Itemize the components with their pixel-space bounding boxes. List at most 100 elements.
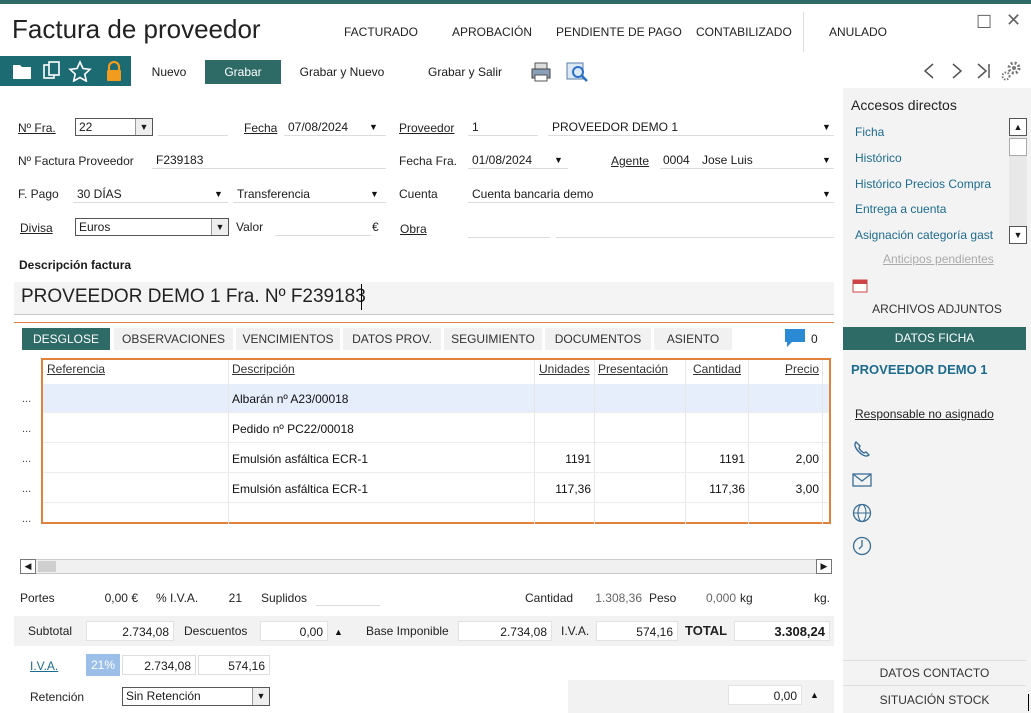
scroll-down-icon[interactable]: ▼ bbox=[1009, 226, 1027, 244]
col-header-cantidad[interactable]: Cantidad bbox=[693, 362, 741, 376]
archivos-adjuntos-button[interactable]: ARCHIVOS ADJUNTOS bbox=[843, 302, 1031, 316]
globe-icon[interactable] bbox=[852, 503, 872, 523]
calendar-icon[interactable] bbox=[852, 277, 868, 293]
horizontal-scrollbar[interactable] bbox=[20, 559, 832, 574]
descuentos-expand-icon[interactable]: ▲ bbox=[334, 627, 343, 637]
nfra-suffix-field[interactable] bbox=[158, 118, 228, 136]
fechafra-dropdown-icon[interactable]: ▼ bbox=[554, 155, 563, 165]
nfactprov-input[interactable]: F239183 bbox=[152, 151, 386, 169]
proveedor-code-input[interactable]: 1 bbox=[468, 118, 538, 136]
cell-unidades[interactable]: 1191 bbox=[534, 452, 591, 466]
cuenta-dropdown-icon[interactable]: ▼ bbox=[822, 189, 831, 199]
save-button[interactable]: Grabar bbox=[205, 60, 281, 84]
chevron-down-icon[interactable]: ▼ bbox=[211, 219, 228, 235]
col-header-referencia[interactable]: Referencia bbox=[47, 362, 105, 376]
row-selector[interactable]: ... bbox=[22, 513, 31, 525]
tab-datos-prov[interactable]: DATOS PROV. bbox=[343, 328, 441, 350]
phone-icon[interactable] bbox=[852, 440, 870, 458]
shortcut-entrega-cuenta[interactable]: Entrega a cuenta bbox=[855, 202, 946, 216]
new-button[interactable]: Nuevo bbox=[146, 60, 192, 84]
col-header-precio[interactable]: Precio bbox=[785, 362, 819, 376]
tab-asiento[interactable]: ASIENTO bbox=[654, 328, 732, 350]
proveedor-dropdown-icon[interactable]: ▼ bbox=[822, 122, 831, 132]
cell-descripcion[interactable]: Albarán nº A23/00018 bbox=[232, 392, 348, 406]
shortcut-asignacion-categoria[interactable]: Asignación categoría gast bbox=[855, 228, 1005, 242]
maximize-icon[interactable]: ☐ bbox=[976, 12, 992, 33]
chevron-down-icon[interactable]: ▼ bbox=[135, 119, 152, 135]
copy-icon[interactable] bbox=[42, 61, 62, 81]
responsable-link[interactable]: Responsable no asignado bbox=[855, 407, 994, 421]
valor-input[interactable] bbox=[275, 218, 371, 236]
settings-gear-icon[interactable] bbox=[1000, 60, 1024, 82]
folder-icon[interactable] bbox=[12, 62, 32, 80]
chevron-left-icon[interactable] bbox=[922, 62, 936, 80]
row-selector[interactable]: ... bbox=[22, 483, 31, 495]
divisa-select[interactable]: Euros ▼ bbox=[75, 218, 229, 236]
tab-vencimientos[interactable]: VENCIMIENTOS bbox=[236, 328, 340, 350]
datos-contacto-button[interactable]: DATOS CONTACTO bbox=[843, 666, 1026, 680]
col-header-presentacion[interactable]: Presentación bbox=[598, 362, 668, 376]
medio-pago-dropdown-icon[interactable]: ▼ bbox=[370, 189, 379, 199]
save-and-new-button[interactable]: Grabar y Nuevo bbox=[294, 60, 390, 84]
shortcut-historico[interactable]: Histórico bbox=[855, 151, 902, 165]
obra-name-input[interactable] bbox=[556, 220, 834, 238]
scroll-thumb[interactable] bbox=[1009, 138, 1027, 156]
row-selector[interactable]: ... bbox=[22, 393, 31, 405]
preview-icon[interactable] bbox=[566, 61, 590, 83]
fecha-dropdown-icon[interactable]: ▼ bbox=[369, 122, 378, 132]
scroll-right-arrow-icon[interactable]: ▶ bbox=[816, 559, 832, 574]
tab-observaciones[interactable]: OBSERVACIONES bbox=[114, 328, 233, 350]
tab-documentos[interactable]: DOCUMENTOS bbox=[545, 328, 651, 350]
shortcut-historico-precios[interactable]: Histórico Precios Compra bbox=[855, 177, 991, 191]
row-selector[interactable]: ... bbox=[22, 453, 31, 465]
col-header-unidades[interactable]: Unidades bbox=[539, 362, 590, 376]
save-and-exit-button[interactable]: Grabar y Salir bbox=[422, 60, 508, 84]
chevron-down-icon[interactable]: ▼ bbox=[252, 688, 269, 705]
anticipos-pendientes-link[interactable]: Anticipos pendientes bbox=[883, 252, 994, 266]
cell-precio[interactable]: 2,00 bbox=[748, 452, 819, 466]
state-anulado[interactable]: ANULADO bbox=[829, 25, 887, 39]
datos-ficha-header[interactable]: DATOS FICHA bbox=[843, 327, 1026, 350]
fpago-select[interactable]: 30 DÍAS bbox=[73, 185, 228, 203]
cell-unidades[interactable]: 117,36 bbox=[534, 482, 591, 496]
cell-descripcion[interactable]: Emulsión asfáltica ECR-1 bbox=[232, 452, 368, 466]
agente-name-input[interactable]: Jose Luis bbox=[698, 151, 834, 169]
iva-pct-value[interactable]: 21 bbox=[206, 591, 242, 605]
scroll-thumb[interactable] bbox=[38, 561, 56, 572]
state-pendiente-pago[interactable]: PENDIENTE DE PAGO bbox=[556, 25, 682, 39]
state-contabilizado[interactable]: CONTABILIZADO bbox=[696, 25, 792, 39]
chevron-last-icon[interactable] bbox=[976, 62, 992, 80]
close-icon[interactable]: ✕ bbox=[1006, 10, 1021, 31]
favorite-star-icon[interactable] bbox=[68, 60, 92, 82]
agente-code-input[interactable]: 0004 bbox=[660, 151, 700, 169]
scroll-up-icon[interactable]: ▲ bbox=[1009, 118, 1027, 136]
scroll-left-arrow-icon[interactable]: ◀ bbox=[20, 559, 36, 574]
print-icon[interactable] bbox=[530, 61, 552, 83]
retencion-select[interactable]: Sin Retención ▼ bbox=[122, 687, 270, 706]
tab-desglose[interactable]: DESGLOSE bbox=[22, 328, 110, 350]
row-selector[interactable]: ... bbox=[22, 423, 31, 435]
nfra-select[interactable]: 22 ▼ bbox=[75, 118, 153, 136]
obra-code-input[interactable] bbox=[468, 220, 550, 238]
agente-dropdown-icon[interactable]: ▼ bbox=[822, 155, 831, 165]
fpago-dropdown-icon[interactable]: ▼ bbox=[214, 189, 223, 199]
comment-icon[interactable] bbox=[784, 327, 806, 349]
sidebar-proveedor-name[interactable]: PROVEEDOR DEMO 1 bbox=[851, 362, 988, 377]
descripcion-input[interactable]: PROVEEDOR DEMO 1 Fra. Nº F239183 bbox=[14, 282, 834, 315]
suplidos-input[interactable] bbox=[316, 588, 380, 606]
mail-icon[interactable] bbox=[852, 472, 872, 488]
proveedor-name-input[interactable]: PROVEEDOR DEMO 1 bbox=[548, 118, 834, 136]
iva-breakdown-label[interactable]: I.V.A. bbox=[30, 659, 58, 673]
lock-icon[interactable] bbox=[104, 60, 124, 82]
portes-value[interactable]: 0,00 € bbox=[68, 591, 138, 605]
medio-pago-select[interactable]: Transferencia bbox=[233, 185, 386, 203]
chevron-right-icon[interactable] bbox=[950, 62, 964, 80]
descuentos-value[interactable]: 0,00 bbox=[260, 621, 328, 641]
col-header-descripcion[interactable]: Descripción bbox=[232, 362, 295, 376]
cell-precio[interactable]: 3,00 bbox=[748, 482, 819, 496]
cell-descripcion[interactable]: Emulsión asfáltica ECR-1 bbox=[232, 482, 368, 496]
cell-descripcion[interactable]: Pedido nº PC22/00018 bbox=[232, 422, 354, 436]
cuenta-select[interactable]: Cuenta bancaria demo bbox=[468, 185, 834, 203]
shortcut-ficha[interactable]: Ficha bbox=[855, 125, 884, 139]
cell-cantidad[interactable]: 1191 bbox=[685, 452, 745, 466]
